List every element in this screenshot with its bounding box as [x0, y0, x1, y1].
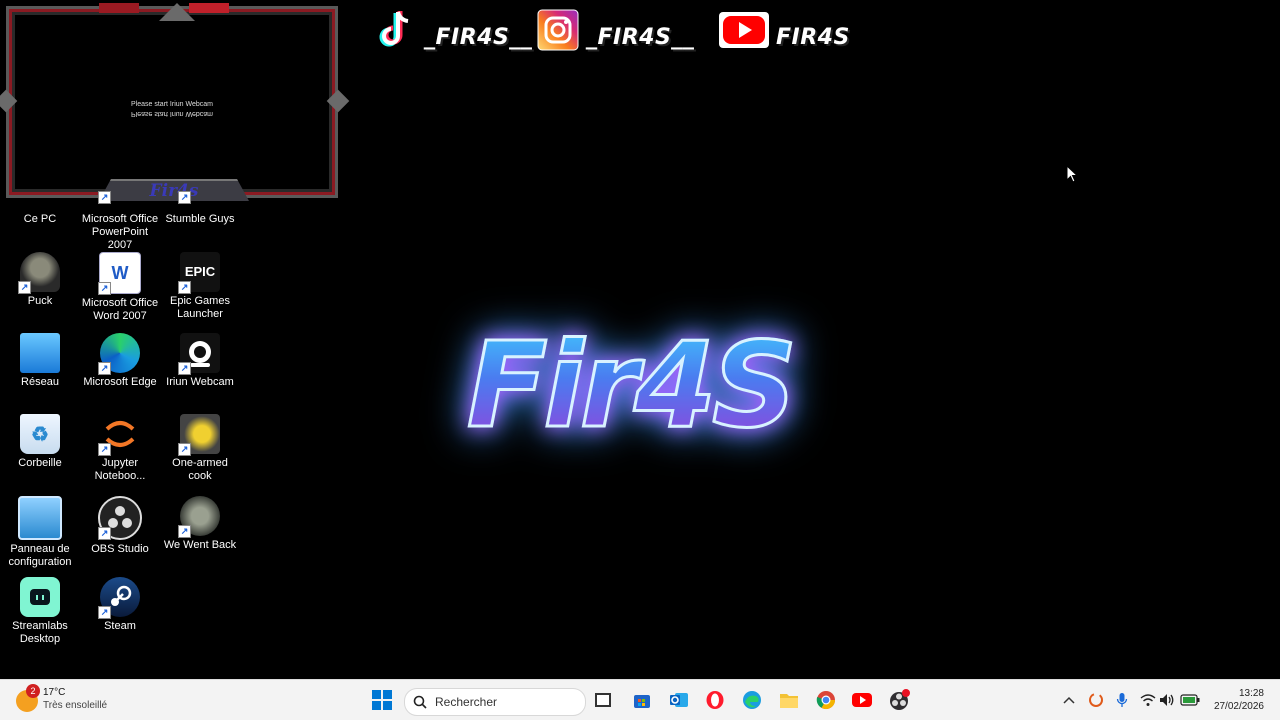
- desktop-icon-label: Microsoft Office PowerPoint 2007: [81, 213, 159, 251]
- sun-icon: 2: [16, 684, 40, 712]
- desktop-icon-corbeille[interactable]: ♻ Corbeille: [0, 414, 80, 470]
- desktop-icon-label: We Went Back: [163, 539, 237, 551]
- chrome-icon[interactable]: [815, 689, 837, 711]
- frame-accent: [189, 3, 229, 13]
- epic-games-icon: EPIC ↗: [178, 252, 220, 294]
- social-youtube: FIR4S: [718, 8, 850, 52]
- desktop-icon-control-panel[interactable]: Panneau de configuration: [0, 496, 80, 569]
- stumble-guys-icon: ↗: [178, 190, 220, 210]
- webcam-message-reflection: Please start Iriun Webcam: [131, 110, 213, 117]
- instagram-icon: [536, 8, 580, 52]
- desktop-icon-label: Microsoft Office Word 2007: [81, 297, 159, 322]
- desktop-icon-steam[interactable]: ↗ Steam: [80, 577, 160, 633]
- taskbar: 2 17°C Très ensoleillé Rechercher 13:28 …: [0, 679, 1280, 720]
- desktop-icon-label: One-armed cook: [172, 457, 228, 482]
- powerpoint-icon: ↗: [98, 190, 140, 210]
- desktop-icon-label: Stumble Guys: [165, 213, 235, 225]
- mouse-cursor-icon: [1066, 164, 1079, 188]
- desktop-icon-label: Réseau: [21, 376, 59, 388]
- volume-icon[interactable]: [1156, 689, 1178, 711]
- word-icon: W ↗: [98, 252, 141, 295]
- desktop-icon-we-went-back[interactable]: ↗ We Went Back: [160, 496, 240, 552]
- taskbar-clock[interactable]: 13:28 27/02/2026: [1214, 687, 1264, 713]
- youtube-handle: FIR4S: [776, 24, 850, 50]
- obs-icon: ↗: [98, 496, 142, 540]
- youtube-icon[interactable]: [851, 689, 873, 711]
- instagram-handle: _FIR4S__: [586, 24, 695, 50]
- iriun-webcam-icon: ↗: [178, 333, 220, 375]
- battery-icon[interactable]: [1179, 689, 1201, 711]
- network-icon: [20, 333, 60, 373]
- chevron-up-icon[interactable]: [1058, 689, 1080, 711]
- jupyter-icon: ↗: [98, 414, 140, 456]
- frame-ornament: [159, 3, 195, 21]
- desktop-icon-label: Jupyter Noteboo...: [94, 457, 146, 482]
- search-placeholder: Rechercher: [435, 695, 498, 709]
- desktop-icon-label: Panneau de configuration: [8, 543, 72, 568]
- opera-icon[interactable]: [704, 689, 726, 711]
- desktop-icon-powerpoint[interactable]: ↗ Microsoft Office PowerPoint 2007: [80, 190, 160, 252]
- clock-time: 13:28: [1238, 688, 1264, 699]
- weather-text: 17°C Très ensoleillé: [43, 686, 107, 712]
- desktop-icon-word[interactable]: W ↗ Microsoft Office Word 2007: [80, 252, 160, 323]
- sync-icon[interactable]: [1085, 689, 1107, 711]
- desktop-icon-jupyter[interactable]: ↗ Jupyter Noteboo...: [80, 414, 160, 483]
- youtube-icon: [718, 8, 770, 52]
- outlook-icon[interactable]: [668, 689, 690, 711]
- microphone-icon[interactable]: [1111, 689, 1133, 711]
- social-instagram: _FIR4S__: [536, 8, 694, 52]
- steam-icon: ↗: [98, 577, 140, 619]
- desktop-icon-label: Iriun Webcam: [166, 376, 234, 388]
- control-panel-icon: [18, 496, 62, 540]
- weather-widget[interactable]: 2 17°C Très ensoleillé: [16, 684, 107, 712]
- social-tiktok: _FIR4S__: [374, 8, 532, 52]
- store-icon[interactable]: [631, 689, 653, 711]
- desktop-icon-reseau[interactable]: Réseau: [0, 333, 80, 389]
- frame-accent: [99, 3, 139, 13]
- clock-date: 27/02/2026: [1213, 701, 1264, 712]
- notification-badge: 2: [26, 684, 40, 698]
- desktop-icon-label: OBS Studio: [91, 543, 149, 555]
- file-explorer-icon[interactable]: [778, 689, 800, 711]
- wallpaper-logo-text: Fir4S: [465, 315, 798, 456]
- streamlabs-icon: [20, 577, 60, 617]
- webcam-message-text: Please start Iriun Webcam: [131, 101, 213, 108]
- taskbar-search[interactable]: Rechercher: [404, 688, 586, 716]
- desktop-icon-label: Epic Games Launcher: [170, 295, 230, 320]
- desktop-icon-label: Streamlabs Desktop: [12, 620, 68, 645]
- search-icon: [413, 695, 427, 709]
- edge-icon: ↗: [98, 333, 140, 375]
- weather-temp: 17°C: [43, 687, 66, 698]
- tiktok-handle: _FIR4S__: [424, 24, 533, 50]
- computer-icon: [20, 190, 60, 210]
- recycle-bin-icon: ♻: [20, 414, 60, 454]
- wallpaper-logo: Fir4S: [440, 300, 820, 470]
- desktop-icon-label: Ce PC: [23, 213, 57, 225]
- webcam-message: Please start Iriun Webcam Please start I…: [9, 101, 335, 117]
- desktop-icon-one-armed-cook[interactable]: ↗ One-armed cook: [160, 414, 240, 483]
- desktop-icon-obs[interactable]: ↗ OBS Studio: [80, 496, 160, 556]
- desktop-icon-label: Puck: [27, 295, 53, 307]
- desktop-icon-iriun[interactable]: ↗ Iriun Webcam: [160, 333, 240, 389]
- one-armed-cook-icon: ↗: [178, 414, 220, 456]
- desktop-icon-label: Microsoft Edge: [83, 376, 157, 388]
- weather-condition: Très ensoleillé: [43, 700, 108, 711]
- desktop-icon-ce-pc[interactable]: Ce PC: [0, 190, 80, 226]
- desktop-icon-epic-games[interactable]: EPIC ↗ Epic Games Launcher: [160, 252, 240, 321]
- start-icon[interactable]: [371, 689, 393, 711]
- desktop-icon-edge[interactable]: ↗ Microsoft Edge: [80, 333, 160, 389]
- webcam-overlay: Please start Iriun Webcam Please start I…: [0, 3, 350, 201]
- edge-icon[interactable]: [741, 689, 763, 711]
- puck-icon: ↗: [18, 252, 60, 294]
- desktop-icon-label: Corbeille: [18, 457, 62, 469]
- desktop-icon-puck[interactable]: ↗ Puck: [0, 252, 80, 308]
- obs-icon[interactable]: [889, 689, 911, 711]
- desktop-icon-streamlabs[interactable]: Streamlabs Desktop: [0, 577, 80, 646]
- we-went-back-icon: ↗: [178, 496, 220, 538]
- task-view-icon[interactable]: [592, 689, 614, 711]
- desktop-icon-label: Steam: [104, 620, 136, 632]
- tiktok-icon: [374, 8, 418, 52]
- desktop-icon-stumble-guys[interactable]: ↗ Stumble Guys: [160, 190, 240, 226]
